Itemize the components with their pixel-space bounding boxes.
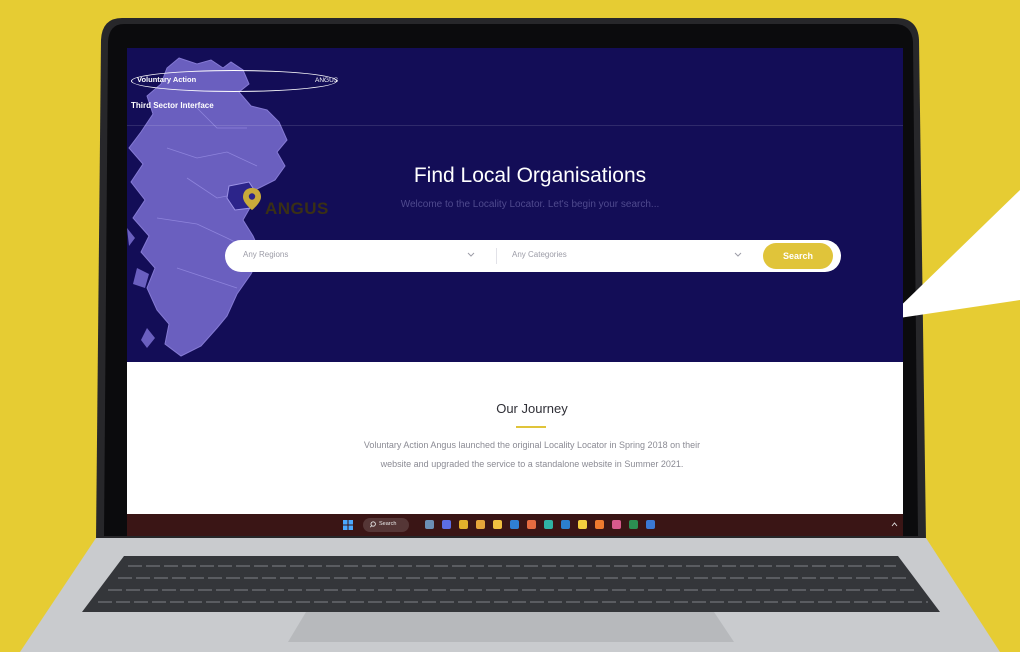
word-doc-icon[interactable] — [646, 520, 655, 529]
journey-body: Voluntary Action Angus launched the orig… — [363, 440, 701, 469]
file-explorer-icon[interactable] — [425, 520, 434, 529]
outlook-icon[interactable] — [510, 520, 519, 529]
category-select-label: Any Categories — [512, 250, 567, 259]
word-icon[interactable] — [561, 520, 570, 529]
hero-title: Find Local Organisations — [413, 164, 647, 187]
taskbar: Search — [127, 514, 903, 536]
chevron-up-icon[interactable] — [891, 522, 898, 527]
search-bar: Any Regions Any Categories Search — [225, 240, 841, 272]
journey-title: Our Journey — [496, 401, 568, 416]
search-icon — [370, 521, 376, 528]
windows-start-icon[interactable] — [343, 520, 353, 530]
taskbar-search-label: Search — [379, 521, 397, 527]
field-separator — [496, 248, 497, 264]
logo-org-name: Voluntary Action — [137, 75, 197, 84]
hero-section: Voluntary Action ANGUS Third Sector Inte… — [127, 48, 903, 362]
excel-icon[interactable] — [629, 520, 638, 529]
calendar-icon[interactable] — [476, 520, 485, 529]
folder-icon[interactable] — [493, 520, 502, 529]
site-logo[interactable]: Voluntary Action ANGUS Third Sector Inte… — [131, 70, 341, 116]
logo-area-name: ANGUS — [315, 77, 339, 84]
hero-subtitle: Welcome to the Locality Locator. Let's b… — [400, 199, 660, 210]
chrome-icon[interactable] — [459, 520, 468, 529]
region-select-label: Any Regions — [243, 250, 289, 259]
keyboard — [82, 556, 940, 612]
edge-icon[interactable] — [544, 520, 553, 529]
logo-subtitle: Third Sector Interface — [131, 101, 214, 110]
snipping-tool-icon[interactable] — [612, 520, 621, 529]
category-select[interactable]: Any Categories — [512, 240, 748, 272]
browser-screen: Voluntary Action ANGUS Third Sector Inte… — [127, 48, 903, 536]
trackpad — [288, 612, 734, 642]
firefox-icon[interactable] — [595, 520, 604, 529]
region-select[interactable]: Any Regions — [243, 240, 479, 272]
chat-icon[interactable] — [442, 520, 451, 529]
search-button[interactable]: Search — [763, 243, 833, 269]
taskbar-search[interactable]: Search — [363, 518, 409, 532]
title-underline — [516, 426, 546, 428]
header-divider — [127, 125, 903, 126]
chevron-down-icon — [734, 252, 742, 257]
chevron-down-icon — [467, 252, 475, 257]
paint-icon[interactable] — [527, 520, 536, 529]
sticky-notes-icon[interactable] — [578, 520, 587, 529]
